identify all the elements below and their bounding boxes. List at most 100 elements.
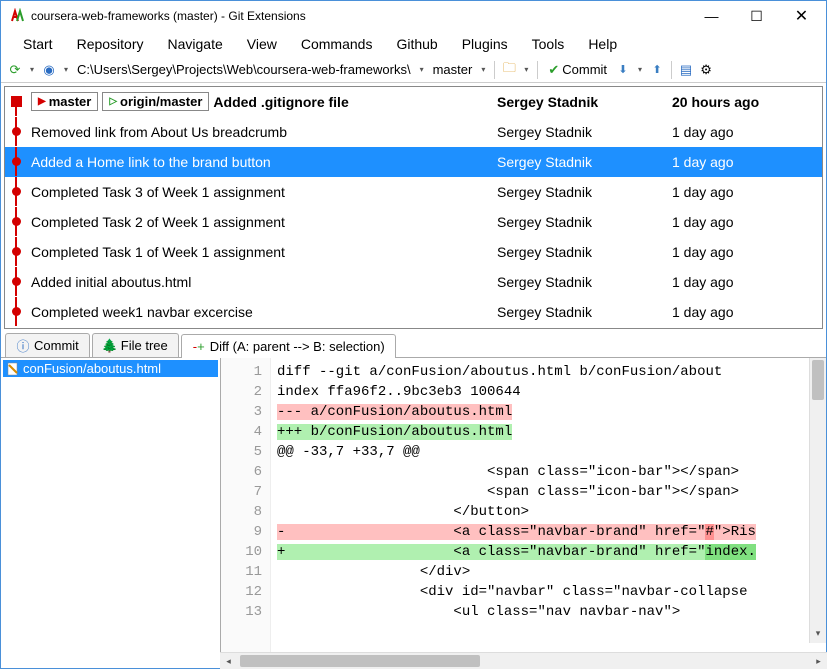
folder-dropdown[interactable]: ▾	[521, 65, 531, 74]
tree-icon: 🌲	[103, 339, 117, 353]
commit-row[interactable]: Added a Home link to the brand buttonSer…	[5, 147, 822, 177]
tab-filetree-label: File tree	[121, 338, 168, 353]
commit-date: 1 day ago	[672, 214, 822, 230]
branch-name[interactable]: master	[431, 62, 475, 77]
commit-message: Added initial aboutus.html	[25, 274, 497, 290]
refresh-dropdown[interactable]: ▾	[27, 65, 37, 74]
branch-badge-local[interactable]: ▶ master	[31, 92, 98, 111]
commit-row[interactable]: Added initial aboutus.htmlSergey Stadnik…	[5, 267, 822, 297]
folder-icon[interactable]: 🗀	[501, 62, 517, 78]
graph-node	[7, 147, 25, 176]
file-path: conFusion/aboutus.html	[23, 361, 161, 376]
commit-row[interactable]: ▶ master▷ origin/masterAdded .gitignore …	[5, 87, 822, 117]
path-dropdown[interactable]: ▾	[417, 65, 427, 74]
menu-github[interactable]: Github	[386, 33, 447, 55]
diff-viewer[interactable]: 12345678910111213 diff --git a/conFusion…	[221, 358, 826, 660]
commit-button[interactable]: ✔ Commit	[544, 62, 611, 78]
commit-author: Sergey Stadnik	[497, 94, 672, 110]
tab-commit[interactable]: ⓘ Commit	[5, 333, 90, 357]
stash-icon[interactable]: ▤	[678, 62, 694, 78]
window-title: coursera-web-frameworks (master) - Git E…	[31, 9, 689, 23]
commit-date: 1 day ago	[672, 274, 822, 290]
menu-start[interactable]: Start	[13, 33, 63, 55]
toolbar: ⟳ ▾ ◉ ▾ C:\Users\Sergey\Projects\Web\cou…	[1, 57, 826, 83]
check-icon: ✔	[548, 62, 559, 78]
commit-author: Sergey Stadnik	[497, 214, 672, 230]
menu-navigate[interactable]: Navigate	[158, 33, 233, 55]
minimize-button[interactable]: —	[689, 2, 734, 30]
globe-icon[interactable]: ◉	[41, 62, 57, 78]
file-list[interactable]: conFusion/aboutus.html	[1, 358, 221, 660]
vertical-scrollbar[interactable]: ▴ ▾	[809, 358, 826, 643]
tab-diff-label: Diff (A: parent --> B: selection)	[210, 339, 385, 354]
commit-date: 1 day ago	[672, 124, 822, 140]
commit-row[interactable]: Completed week1 navbar excerciseSergey S…	[5, 297, 822, 327]
graph-node	[7, 237, 25, 266]
refresh-icon[interactable]: ⟳	[7, 62, 23, 78]
graph-node	[7, 297, 25, 326]
tab-diff[interactable]: -+ Diff (A: parent --> B: selection)	[181, 334, 396, 358]
commit-author: Sergey Stadnik	[497, 124, 672, 140]
line-gutter: 12345678910111213	[221, 358, 271, 660]
commit-message: Added a Home link to the brand button	[25, 154, 497, 170]
menu-tools[interactable]: Tools	[522, 33, 575, 55]
commit-author: Sergey Stadnik	[497, 244, 672, 260]
commit-author: Sergey Stadnik	[497, 154, 672, 170]
commit-author: Sergey Stadnik	[497, 304, 672, 320]
file-item[interactable]: conFusion/aboutus.html	[3, 360, 218, 377]
graph-node	[7, 177, 25, 206]
diff-icon: -+	[192, 340, 206, 354]
titlebar: coursera-web-frameworks (master) - Git E…	[1, 1, 826, 31]
separator	[537, 61, 538, 79]
commit-message: Completed Task 3 of Week 1 assignment	[25, 184, 497, 200]
commit-list[interactable]: ▶ master▷ origin/masterAdded .gitignore …	[4, 86, 823, 329]
app-icon	[9, 8, 25, 24]
close-button[interactable]: ✕	[779, 2, 824, 30]
menu-help[interactable]: Help	[578, 33, 627, 55]
pull-dropdown[interactable]: ▾	[635, 65, 645, 74]
graph-node	[7, 267, 25, 296]
commit-message: Removed link from About Us breadcrumb	[25, 124, 497, 140]
menu-commands[interactable]: Commands	[291, 33, 383, 55]
separator	[494, 61, 495, 79]
commit-row[interactable]: Removed link from About Us breadcrumbSer…	[5, 117, 822, 147]
detail-pane: conFusion/aboutus.html 12345678910111213…	[1, 358, 826, 660]
menu-plugins[interactable]: Plugins	[452, 33, 518, 55]
scroll-thumb[interactable]	[240, 655, 480, 667]
pull-icon[interactable]: ⬇	[615, 62, 631, 78]
commit-message: Completed Task 1 of Week 1 assignment	[25, 244, 497, 260]
commit-row[interactable]: Completed Task 3 of Week 1 assignmentSer…	[5, 177, 822, 207]
globe-dropdown[interactable]: ▾	[61, 65, 71, 74]
diff-content: diff --git a/conFusion/aboutus.html b/co…	[271, 358, 826, 660]
commit-row[interactable]: Completed Task 2 of Week 1 assignmentSer…	[5, 207, 822, 237]
commit-date: 1 day ago	[672, 184, 822, 200]
commit-row[interactable]: Completed Task 1 of Week 1 assignmentSer…	[5, 237, 822, 267]
scroll-down-icon[interactable]: ▾	[810, 626, 826, 643]
separator	[671, 61, 672, 79]
menubar: Start Repository Navigate View Commands …	[1, 31, 826, 57]
settings-icon[interactable]: ⚙	[698, 62, 714, 78]
branch-badge-remote[interactable]: ▷ origin/master	[102, 92, 209, 111]
commit-date: 1 day ago	[672, 244, 822, 260]
maximize-button[interactable]: ☐	[734, 2, 779, 30]
commit-label: Commit	[562, 62, 607, 77]
commit-message: Completed Task 2 of Week 1 assignment	[25, 214, 497, 230]
push-icon[interactable]: ⬆	[649, 62, 665, 78]
scroll-thumb[interactable]	[812, 360, 824, 400]
graph-node	[7, 117, 25, 146]
commit-author: Sergey Stadnik	[497, 274, 672, 290]
detail-tabs: ⓘ Commit 🌲 File tree -+ Diff (A: parent …	[1, 332, 826, 358]
horizontal-scrollbar[interactable]: ◂ ▸	[220, 652, 827, 669]
scroll-left-icon[interactable]: ◂	[220, 653, 237, 669]
menu-view[interactable]: View	[237, 33, 287, 55]
scroll-right-icon[interactable]: ▸	[810, 653, 827, 669]
tab-filetree[interactable]: 🌲 File tree	[92, 333, 179, 357]
edit-file-icon	[6, 362, 20, 376]
menu-repository[interactable]: Repository	[67, 33, 154, 55]
commit-date: 1 day ago	[672, 154, 822, 170]
info-icon: ⓘ	[16, 339, 30, 353]
branch-dropdown[interactable]: ▾	[478, 65, 488, 74]
repo-path[interactable]: C:\Users\Sergey\Projects\Web\coursera-we…	[75, 62, 413, 77]
commit-date: 20 hours ago	[672, 94, 822, 110]
commit-date: 1 day ago	[672, 304, 822, 320]
